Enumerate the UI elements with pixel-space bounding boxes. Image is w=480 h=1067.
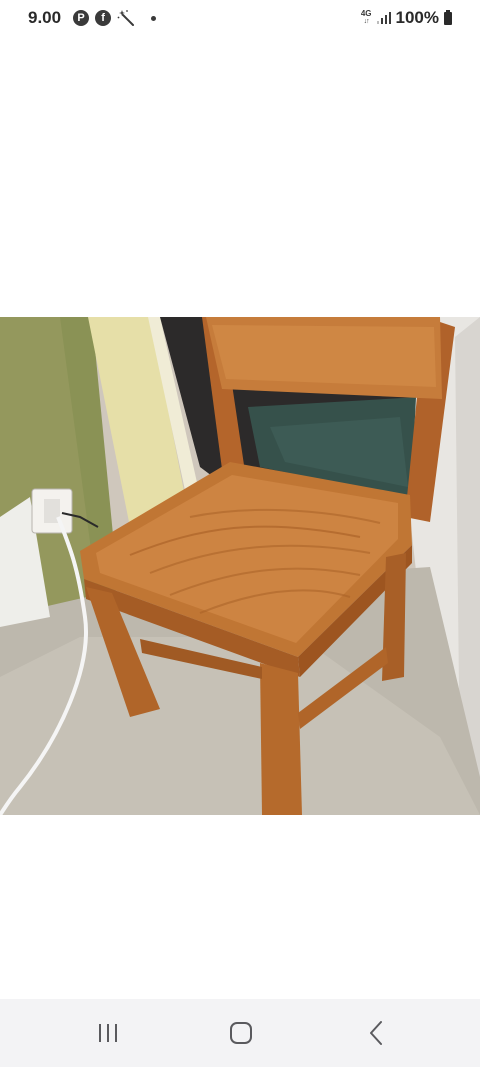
home-icon [230,1022,252,1044]
network-label: 4G [360,9,372,18]
pinterest-icon: P [73,10,90,26]
facebook-icon: f [95,10,112,26]
status-bar: 9.00 P f 4G ↓↑ 100% [0,0,480,36]
dot-icon [151,15,157,21]
data-arrows-icon: ↓↑ [363,18,370,25]
status-left: 9.00 P f [28,8,157,28]
back-button[interactable] [346,1013,406,1053]
home-button[interactable] [211,1013,271,1053]
recents-button[interactable] [78,1013,138,1053]
battery-icon [444,9,452,25]
back-icon [370,1021,382,1045]
chair-photo[interactable] [0,317,480,815]
status-time: 9.00 [28,8,62,27]
signal-icon [376,12,391,24]
battery-percent: 100% [395,8,439,27]
recents-icon [99,1024,117,1042]
network-indicator: 4G ↓↑ [361,10,372,26]
magic-wand-icon [117,9,135,27]
status-right: 4G ↓↑ 100% [361,8,452,28]
navigation-bar [0,999,480,1067]
